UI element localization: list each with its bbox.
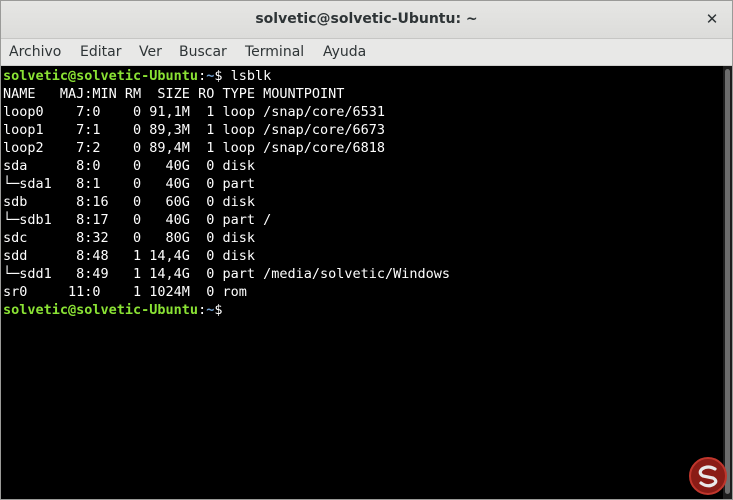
output-header-line: NAME MAJ:MIN RM SIZE RO TYPE MOUNTPOINT	[3, 86, 345, 102]
title-bar[interactable]: solvetic@solvetic-Ubuntu: ~ ✕	[1, 1, 732, 39]
vertical-scrollbar[interactable]	[723, 66, 732, 499]
text-cursor	[223, 301, 231, 317]
output-line: sr0 11:0 1 1024M 0 rom	[3, 284, 247, 300]
terminal-output-area[interactable]: solvetic@solvetic-Ubuntu:~$ lsblk NAME M…	[1, 66, 723, 499]
scrollbar-thumb[interactable]	[725, 69, 730, 494]
prompt-symbol: $	[214, 302, 223, 318]
menu-bar: Archivo Editar Ver Buscar Terminal Ayuda	[1, 39, 732, 66]
command-line: solvetic@solvetic-Ubuntu:~$ lsblk	[3, 67, 723, 85]
active-prompt-line[interactable]: solvetic@solvetic-Ubuntu:~$	[3, 301, 723, 319]
output-line: sdb 8:16 0 60G 0 disk	[3, 194, 255, 210]
output-line: sda 8:0 0 40G 0 disk	[3, 158, 255, 174]
prompt-separator: :	[198, 302, 207, 318]
output-line: └─sdd1 8:49 1 14,4G 0 part /media/solvet…	[3, 266, 451, 282]
close-icon[interactable]: ✕	[704, 10, 720, 28]
window-title: solvetic@solvetic-Ubuntu: ~	[255, 11, 478, 27]
prompt-user: solvetic@solvetic-Ubuntu	[3, 68, 199, 84]
prompt-user: solvetic@solvetic-Ubuntu	[3, 302, 199, 318]
output-line: sdc 8:32 0 80G 0 disk	[3, 230, 255, 246]
prompt-separator: :	[198, 68, 207, 84]
output-line: loop1 7:1 0 89,3M 1 loop /snap/core/6673	[3, 122, 386, 138]
terminal-window: solvetic@solvetic-Ubuntu: ~ ✕ Archivo Ed…	[0, 0, 733, 500]
menu-ayuda[interactable]: Ayuda	[323, 44, 366, 60]
menu-terminal[interactable]: Terminal	[245, 44, 304, 60]
output-line: loop2 7:2 0 89,4M 1 loop /snap/core/6818	[3, 140, 386, 156]
menu-editar[interactable]: Editar	[80, 44, 121, 60]
output-line: sdd 8:48 1 14,4G 0 disk	[3, 248, 255, 264]
output-line: loop0 7:0 0 91,1M 1 loop /snap/core/6531	[3, 104, 386, 120]
prompt-symbol: $	[214, 68, 223, 84]
menu-ver[interactable]: Ver	[139, 44, 162, 60]
menu-archivo[interactable]: Archivo	[9, 44, 61, 60]
solvetic-logo-icon	[688, 456, 728, 496]
menu-buscar[interactable]: Buscar	[179, 44, 227, 60]
output-line: └─sda1 8:1 0 40G 0 part	[3, 176, 255, 192]
command-text: lsblk	[222, 68, 272, 84]
output-line: └─sdb1 8:17 0 40G 0 part /	[3, 212, 272, 228]
